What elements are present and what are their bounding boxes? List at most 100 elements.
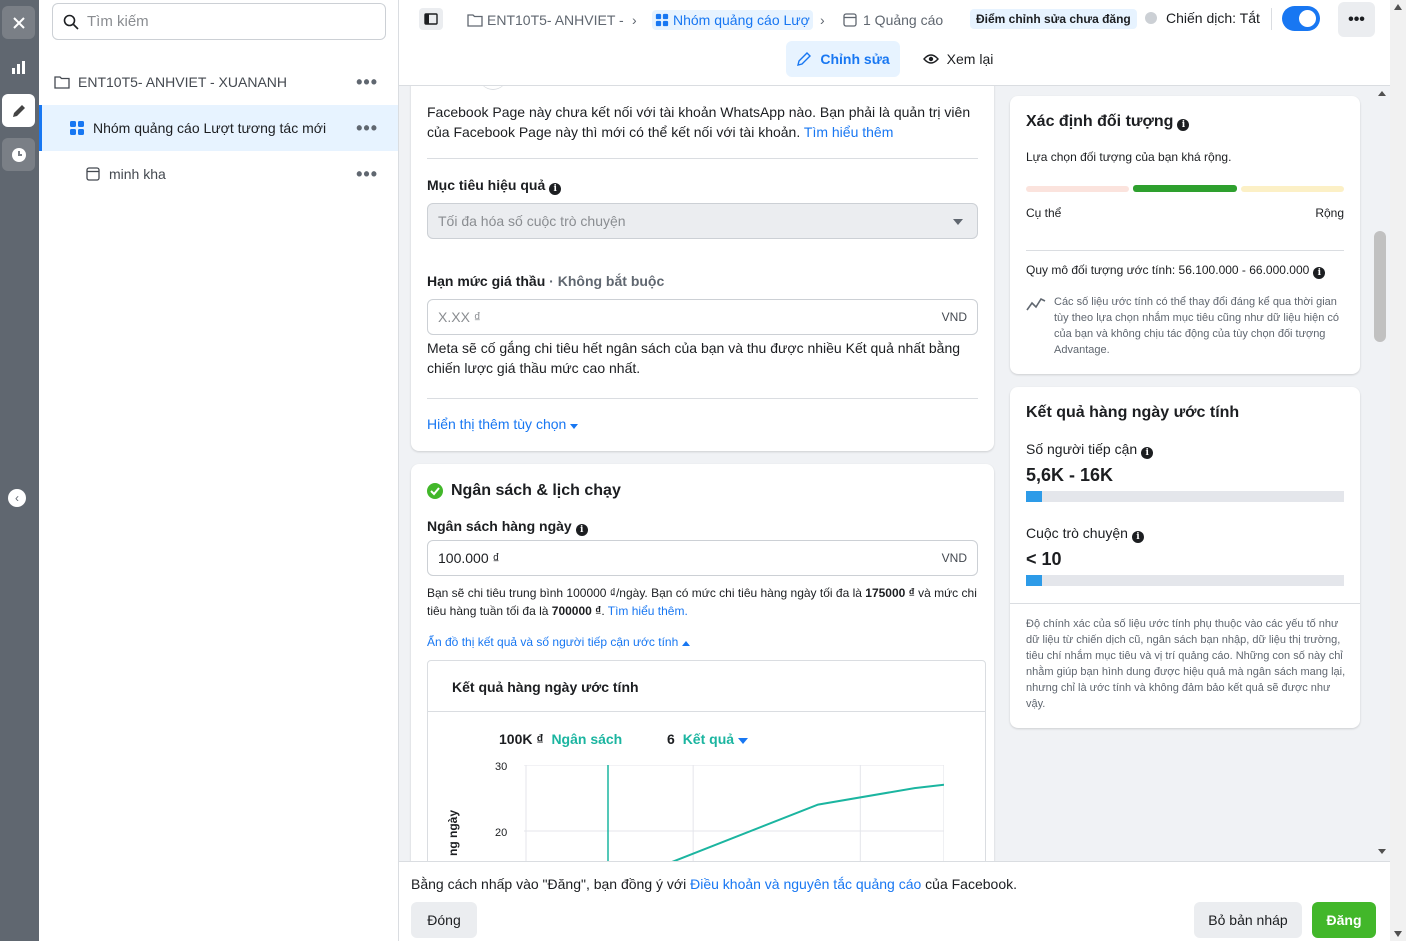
clock-icon[interactable] <box>2 138 35 171</box>
info-icon[interactable]: i <box>1131 531 1144 543</box>
reach-label-text: Số người tiếp cận <box>1026 441 1138 457</box>
info-icon[interactable]: i <box>1177 119 1190 131</box>
trend-icon <box>1026 297 1046 311</box>
budget-legend-value: 100K ₫ <box>499 731 544 747</box>
results-legend-label: Kết quả <box>682 731 735 747</box>
reach-value: 5,6K - 16K <box>1026 465 1114 485</box>
learn-more-link[interactable]: Tìm hiểu thêm. <box>608 604 688 618</box>
more-icon[interactable]: ••• <box>356 164 378 185</box>
bid-optional: · Không bắt buộc <box>549 273 665 289</box>
reach-label: Số người tiếp cận i <box>1026 441 1154 459</box>
gauge-segment-fit <box>1133 185 1237 192</box>
more-options-button[interactable]: ••• <box>1338 2 1375 37</box>
more-icon[interactable]: ••• <box>356 118 378 139</box>
hide-chart-text: Ẩn đồ thị kết quả và số người tiếp cận ư… <box>427 635 679 649</box>
max-weekly: 700000 ₫ <box>551 604 602 618</box>
budget-card: Ngân sách & lịch chạy Ngân sách hàng ngà… <box>411 464 994 861</box>
info-icon[interactable]: i <box>1141 447 1154 459</box>
currency-label: VND <box>941 310 967 324</box>
chart-legend-budget: 100K ₫ Ngân sách <box>499 731 622 747</box>
chevron-right-icon: › <box>820 12 825 28</box>
search-input[interactable]: Tìm kiếm <box>52 3 386 40</box>
discard-draft-button[interactable]: Bỏ bản nháp <box>1194 902 1302 938</box>
more-icon[interactable]: ••• <box>356 72 378 93</box>
grid-icon <box>655 13 669 27</box>
bid-input[interactable]: X.XX ₫ VND <box>427 299 978 335</box>
bid-placeholder: X.XX ₫ <box>438 309 481 325</box>
info-icon[interactable]: i <box>575 524 588 536</box>
terms-prefix: Bằng cách nhấp vào "Đăng", bạn đồng ý vớ… <box>411 876 691 892</box>
max-daily: 175000 ₫ <box>865 586 915 600</box>
tab-review[interactable]: Xem lại <box>913 41 1003 77</box>
learn-more-link[interactable]: Tìm hiểu thêm <box>804 124 893 140</box>
goal-select[interactable]: Tối đa hóa số cuộc trò chuyện <box>427 203 978 239</box>
caret-down-icon <box>570 424 579 429</box>
chart-panel: Kết quả hàng ngày ước tính 100K ₫ Ngân s… <box>427 660 986 861</box>
folder-icon <box>467 14 483 27</box>
info-icon[interactable]: i <box>1313 267 1326 279</box>
tree-item-label: Nhóm quảng cáo Lượt tương tác mới <box>93 120 327 136</box>
daily-budget-input[interactable]: 100.000 ₫ VND <box>427 540 978 576</box>
close-icon[interactable] <box>2 6 35 39</box>
sidebar-toggle-icon[interactable] <box>419 8 443 30</box>
breadcrumb-campaign[interactable]: ENT10T5- ANHVIET - <box>467 10 624 30</box>
audience-card: Xác định đối tượng i Lựa chọn đối tượng c… <box>1010 96 1360 374</box>
tab-label: Chỉnh sửa <box>820 51 890 67</box>
pencil-icon <box>797 52 812 66</box>
hide-chart-link[interactable]: Ẩn đồ thị kết quả và số người tiếp cận ư… <box>427 635 690 649</box>
pencil-icon[interactable] <box>2 94 35 127</box>
audience-disclaimer: Các số liệu ước tính có thể thay đổi đán… <box>1054 296 1340 356</box>
optimization-card: Facebook Page này chưa kết nối với tài k… <box>411 86 994 451</box>
collapse-icon[interactable]: ‹ <box>8 489 26 507</box>
budget-note: Bạn sẽ chi tiêu trung bình 100000 ₫/ngày… <box>427 586 977 618</box>
breadcrumb-adset[interactable]: Nhóm quảng cáo Lượ <box>652 10 813 30</box>
divider <box>427 398 978 399</box>
scroll-up-icon[interactable] <box>1378 91 1386 96</box>
info-icon[interactable]: i <box>549 183 562 195</box>
breadcrumb-ad[interactable]: 1 Quảng cáo <box>843 10 943 30</box>
terms-link[interactable]: Điều khoản và nguyên tắc quảng cáo <box>690 876 921 892</box>
conversation-label-text: Cuộc trò chuyện <box>1026 525 1128 541</box>
tree-item-campaign[interactable]: ENT10T5- ANHVIET - XUANANH ••• <box>39 59 398 105</box>
whatsapp-note: Facebook Page này chưa kết nối với tài k… <box>427 102 972 142</box>
divider <box>1026 250 1344 251</box>
status-dot-icon <box>1145 12 1157 24</box>
publish-button[interactable]: Đăng <box>1312 902 1376 938</box>
campaign-status: Chiến dịch: Tắt <box>1166 10 1260 26</box>
budget-legend-label: Ngân sách <box>551 731 623 747</box>
tree-item-label: ENT10T5- ANHVIET - XUANANH <box>78 74 288 90</box>
more-options-text: Hiển thị thêm tùy chọn <box>427 416 567 432</box>
close-button[interactable]: Đóng <box>411 902 477 938</box>
scrollbar-thumb[interactable] <box>1374 231 1386 342</box>
chart-icon[interactable] <box>2 50 35 83</box>
scroll-down-icon[interactable] <box>1394 931 1402 937</box>
scroll-down-icon[interactable] <box>1378 849 1386 854</box>
breadcrumb-label: Nhóm quảng cáo Lượ <box>673 12 810 28</box>
audience-title-text: Xác định đối tượng <box>1026 113 1174 130</box>
campaign-toggle[interactable] <box>1282 6 1320 31</box>
budget-title: Ngân sách & lịch chạy <box>451 482 621 499</box>
reach-bar <box>1026 491 1344 502</box>
ad-icon <box>86 167 100 181</box>
inner-scrollbar[interactable] <box>1374 86 1390 861</box>
divider <box>1271 8 1272 30</box>
chart-panel-title: Kết quả hàng ngày ước tính <box>452 679 639 695</box>
conversation-bar <box>1026 575 1344 586</box>
chart-ylabel: ng ngày <box>446 809 460 856</box>
tree-item-ad[interactable]: minh kha ••• <box>39 151 398 197</box>
gauge-left-label: Cụ thể <box>1026 206 1062 220</box>
daily-budget-label-text: Ngân sách hàng ngày <box>427 518 572 534</box>
page-scrollbar[interactable] <box>1390 0 1406 941</box>
more-options-link[interactable]: Hiển thị thêm tùy chọn <box>427 416 579 432</box>
gauge-segment-narrow <box>1026 186 1129 192</box>
bid-note: Meta sẽ cố gắng chi tiêu hết ngân sách c… <box>427 340 961 376</box>
bid-label: Hạn mức giá thầu · Không bắt buộc <box>427 273 664 289</box>
tree-item-adset[interactable]: Nhóm quảng cáo Lượt tương tác mới ••• <box>39 105 398 151</box>
audience-subtitle: Lựa chọn đối tượng của bạn khá rộng. <box>1026 150 1232 164</box>
estimate-chart <box>524 765 944 861</box>
audience-size: Quy mô đối tượng ước tính: 56.100.000 - … <box>1026 263 1326 279</box>
reach-bar-fill <box>1026 491 1042 502</box>
chart-legend-results[interactable]: 6 Kết quả <box>667 731 748 747</box>
tab-edit[interactable]: Chỉnh sửa <box>786 41 900 77</box>
scroll-up-icon[interactable] <box>1394 4 1402 10</box>
